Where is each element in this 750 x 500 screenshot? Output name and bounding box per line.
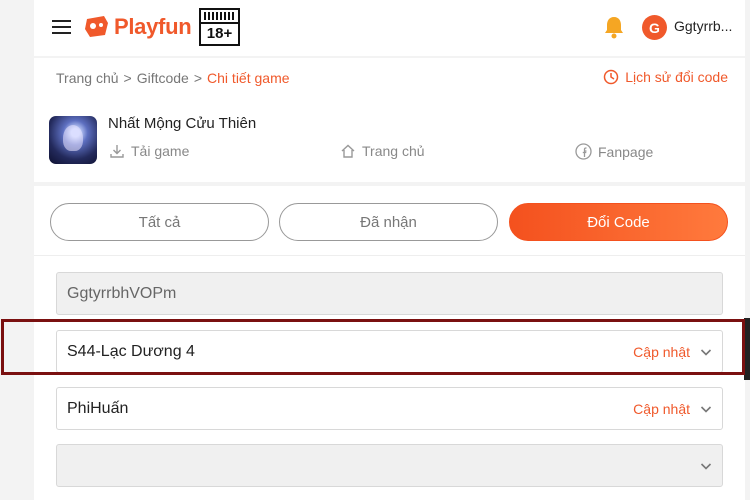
- giftcode-panel: Tất cả Đã nhận Đổi Code GgtyrrbhVOPm S44…: [34, 186, 745, 500]
- facebook-icon: [575, 143, 592, 160]
- breadcrumb-separator: >: [123, 70, 132, 86]
- character-select[interactable]: PhiHuấn Cập nhật: [56, 387, 723, 430]
- gift-select[interactable]: [56, 444, 723, 487]
- game-home-link[interactable]: Trang chủ: [340, 143, 425, 159]
- chevron-down-icon[interactable]: [700, 460, 712, 472]
- history-link[interactable]: Lịch sử đổi code: [603, 69, 728, 85]
- breadcrumb-giftcode[interactable]: Giftcode: [137, 70, 189, 86]
- top-header: Playfun 18+ G Ggtyrrb...: [34, 0, 745, 56]
- scrollbar-edge: [744, 318, 750, 380]
- breadcrumb-current: Chi tiết game: [207, 70, 290, 86]
- tab-received[interactable]: Đã nhận: [279, 203, 498, 241]
- breadcrumb: Trang chủ > Giftcode > Chi tiết game: [56, 70, 290, 86]
- user-name[interactable]: Ggtyrrb...: [674, 18, 732, 34]
- logo-text: Playfun: [114, 14, 192, 39]
- breadcrumb-home[interactable]: Trang chủ: [56, 70, 119, 86]
- divider: [34, 255, 745, 256]
- breadcrumb-separator: >: [193, 70, 203, 86]
- history-icon: [603, 69, 619, 85]
- avatar[interactable]: G: [642, 15, 667, 40]
- character-value: PhiHuấn: [67, 399, 129, 417]
- tab-bar: Tất cả Đã nhận Đổi Code: [50, 203, 728, 241]
- download-label: Tải game: [131, 143, 190, 159]
- game-info-card: Trang chủ > Giftcode > Chi tiết game Lịc…: [34, 58, 745, 182]
- chevron-down-icon[interactable]: [700, 346, 712, 358]
- gamepad-logo-icon: [85, 16, 108, 37]
- download-game-link[interactable]: Tải game: [109, 143, 189, 159]
- tab-redeem-code[interactable]: Đổi Code: [509, 203, 728, 241]
- age-rating-badge: 18+: [199, 8, 240, 46]
- playfun-logo[interactable]: Playfun: [84, 12, 192, 42]
- character-update-button[interactable]: Cập nhật: [633, 401, 690, 417]
- fanpage-label: Fanpage: [598, 143, 654, 160]
- server-value: S44-Lạc Dương 4: [67, 342, 195, 360]
- tab-all[interactable]: Tất cả: [50, 203, 269, 241]
- server-select[interactable]: S44-Lạc Dương 4 Cập nhật: [56, 330, 723, 373]
- account-value: GgtyrrbhVOPm: [67, 284, 177, 302]
- age-label: 18+: [201, 22, 238, 42]
- fanpage-link[interactable]: Fanpage: [575, 143, 653, 160]
- bell-icon[interactable]: [603, 15, 625, 39]
- history-label: Lịch sử đổi code: [625, 69, 728, 85]
- server-update-button[interactable]: Cập nhật: [633, 344, 690, 360]
- chevron-down-icon[interactable]: [700, 403, 712, 415]
- account-field: GgtyrrbhVOPm: [56, 272, 723, 315]
- game-title: Nhất Mộng Cửu Thiên: [108, 115, 257, 132]
- page: Playfun 18+ G Ggtyrrb... Trang chủ > Gif…: [34, 0, 745, 500]
- home-icon: [341, 144, 355, 158]
- home-label: Trang chủ: [362, 143, 425, 159]
- download-icon: [110, 145, 124, 158]
- menu-icon[interactable]: [52, 18, 72, 36]
- game-thumbnail: [49, 116, 97, 164]
